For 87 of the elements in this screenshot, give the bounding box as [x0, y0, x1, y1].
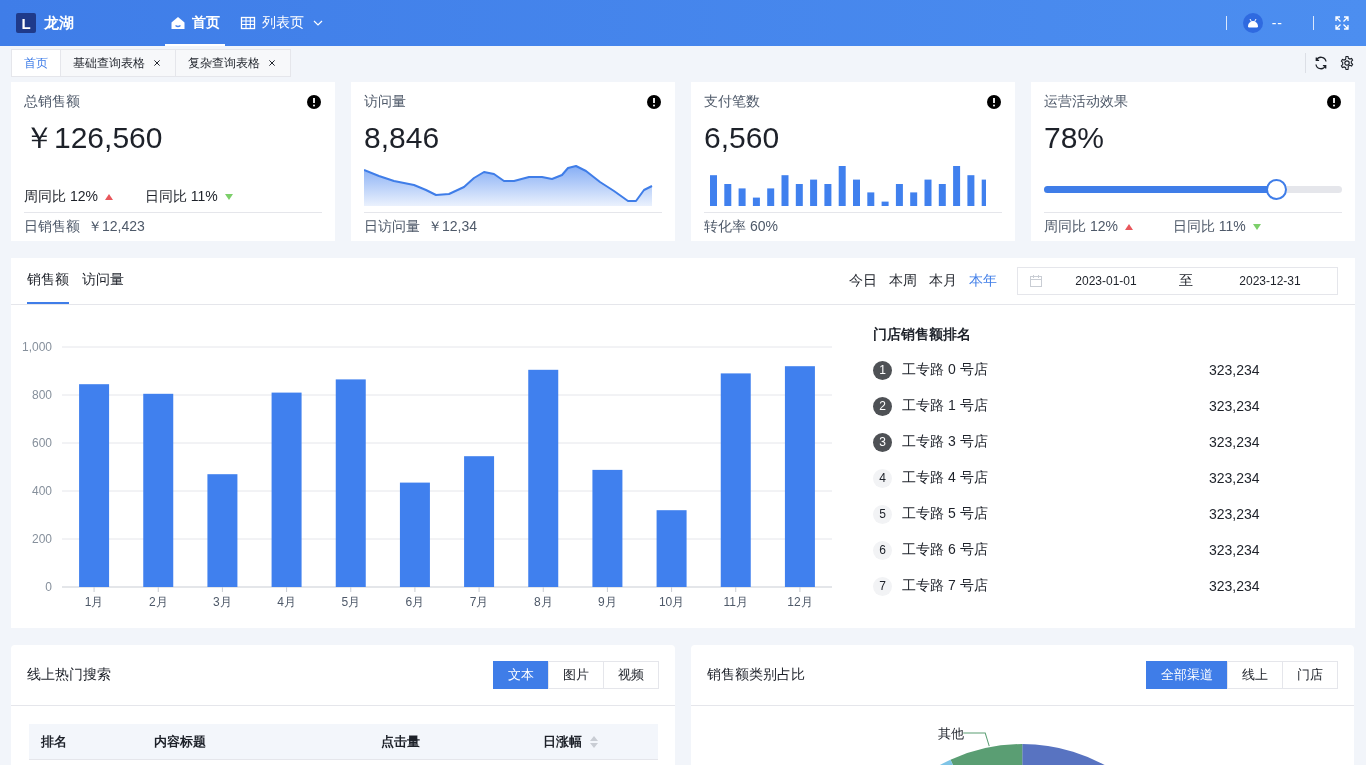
page-tab[interactable]: 基础查询表格: [60, 49, 176, 77]
axis-label: 11月: [723, 595, 748, 609]
stat-value: 8,846: [364, 120, 441, 156]
panel-title: 线上热门搜索: [27, 666, 111, 684]
axis-label: 12月: [787, 595, 813, 609]
trend-text: 周同比 12%: [1044, 217, 1118, 236]
slice-label: 其他: [937, 726, 964, 741]
axis-label: 600: [31, 436, 52, 450]
rank-badge: 5: [873, 504, 892, 524]
rank-badge: 3: [873, 432, 892, 452]
rank-badge: 6: [873, 540, 892, 560]
footer-value: ￥12,423: [88, 217, 145, 236]
axis-label: 4月: [277, 595, 296, 609]
store-sales: 323,234: [1209, 506, 1260, 522]
page-tab[interactable]: 首页: [11, 49, 61, 77]
panel-title: 销售额类别占比: [706, 666, 805, 684]
store-name: 工专路 0 号店: [902, 361, 989, 379]
store-sales: 323,234: [1209, 542, 1260, 558]
start-date: 2023-01-01: [1074, 274, 1138, 288]
axis-label: 2月: [148, 595, 168, 609]
ranking-title: 门店销售额排名: [873, 326, 972, 344]
axis-label: 10月: [658, 595, 685, 609]
store-sales: 323,234: [1209, 362, 1260, 378]
footer-label: 转化率 60%: [704, 217, 778, 236]
segment-button[interactable]: 文本: [492, 661, 549, 689]
store-sales: 323,234: [1209, 470, 1260, 486]
segment-button[interactable]: 视频: [602, 661, 659, 689]
rank-badge: 1: [873, 360, 892, 380]
store-sales: 323,234: [1209, 434, 1260, 450]
chart-tab[interactable]: 销售额: [27, 258, 69, 304]
store-name: 工专路 1 号店: [902, 397, 989, 415]
segment-button[interactable]: 全部渠道: [1146, 661, 1228, 689]
card-title: 支付笔数: [704, 93, 760, 111]
store-name: 工专路 6 号店: [902, 541, 989, 559]
segment-button[interactable]: 图片: [547, 661, 604, 689]
nav-tab[interactable]: 首页: [165, 0, 225, 46]
brand-name: 龙湖: [44, 13, 75, 33]
column-header: 日涨幅: [543, 732, 583, 751]
stat-value: 78%: [1044, 120, 1106, 156]
page-tab[interactable]: 复杂查询表格: [175, 49, 291, 77]
store-name: 工专路 5 号店: [902, 505, 989, 523]
axis-label: 7月: [469, 595, 489, 609]
range-link[interactable]: 本周: [889, 272, 917, 290]
axis-label: 5月: [341, 595, 361, 609]
range-link[interactable]: 今日: [849, 272, 877, 290]
store-name: 工专路 4 号店: [902, 469, 989, 487]
range-link[interactable]: 本年: [969, 272, 997, 290]
axis-label: 1,000: [21, 340, 52, 354]
column-header: 排名: [41, 732, 67, 751]
store-name: 工专路 7 号店: [902, 577, 989, 595]
nav-tab[interactable]: 列表页: [235, 0, 331, 46]
rank-badge: 4: [873, 468, 892, 488]
axis-label: 9月: [598, 595, 617, 609]
rank-badge: 2: [873, 396, 892, 416]
axis-label: 8月: [533, 595, 553, 609]
card-title: 访问量: [364, 93, 406, 111]
footer-label: 日访问量: [364, 217, 420, 236]
end-date: 2023-12-31: [1238, 274, 1302, 288]
logo: L: [16, 13, 36, 33]
store-name: 工专路 3 号店: [902, 433, 989, 451]
rank-badge: 7: [873, 576, 892, 596]
store-sales: 323,234: [1209, 398, 1260, 414]
segment-button[interactable]: 门店: [1282, 661, 1338, 689]
trend-text: 日同比 11%: [144, 187, 218, 206]
range-link[interactable]: 本月: [929, 272, 957, 290]
card-title: 运营活动效果: [1044, 93, 1128, 111]
trend-text: 周同比 12%: [24, 187, 98, 206]
column-header: 内容标题: [153, 732, 206, 751]
axis-label: 400: [31, 484, 52, 498]
stat-value: 6,560: [704, 120, 781, 156]
axis-label: 0: [45, 580, 52, 594]
segment-button[interactable]: 线上: [1227, 661, 1283, 689]
store-sales: 323,234: [1209, 578, 1260, 594]
axis-label: 1月: [84, 595, 104, 609]
date-separator: 至: [1178, 272, 1194, 290]
stat-value: ￥126,560: [24, 120, 164, 156]
date-range-field[interactable]: 2023-01-01 至 2023-12-31: [1017, 267, 1338, 295]
axis-label: 200: [31, 532, 52, 546]
axis-label: 3月: [213, 595, 232, 609]
footer-label: 日销售额: [24, 217, 80, 236]
card-title: 总销售额: [24, 93, 80, 111]
trend-text: 日同比 11%: [1172, 217, 1246, 236]
chart-tab[interactable]: 访问量: [82, 258, 124, 304]
axis-label: 800: [31, 388, 52, 402]
axis-label: 6月: [405, 595, 425, 609]
footer-value: ￥12,34: [428, 217, 478, 236]
column-header: 点击量: [380, 732, 420, 751]
